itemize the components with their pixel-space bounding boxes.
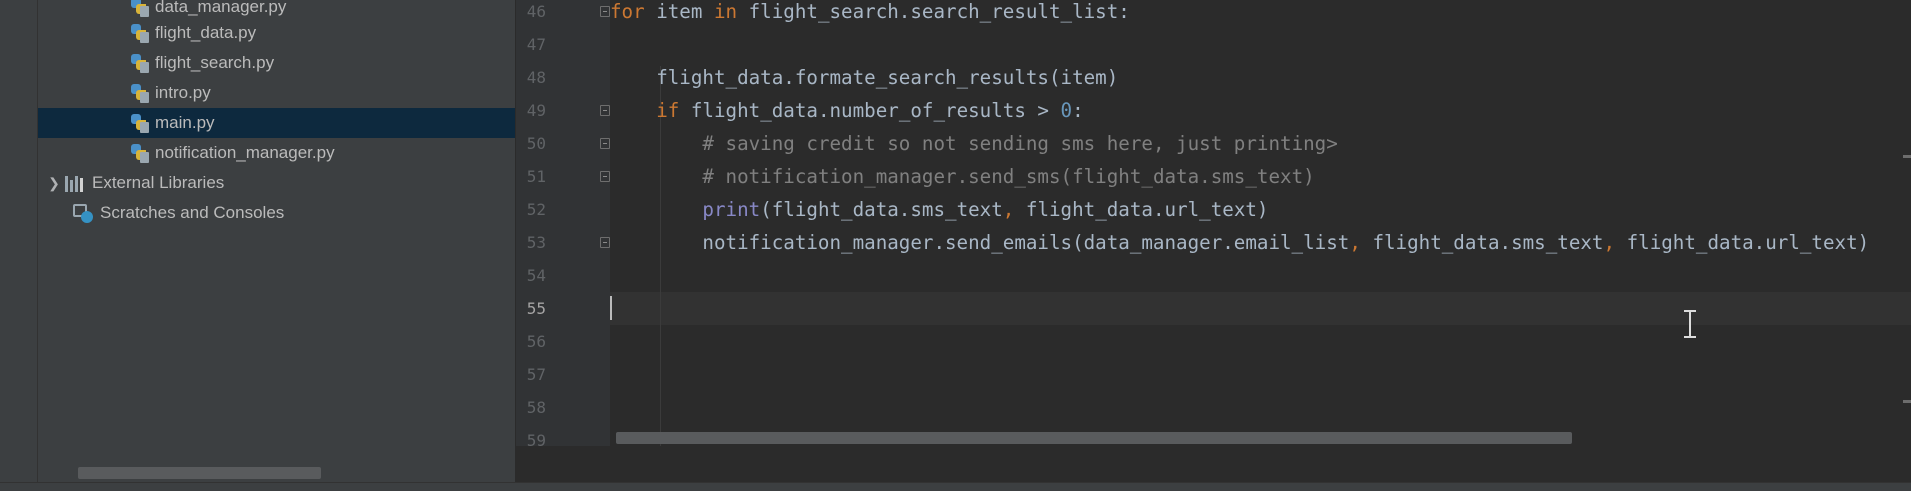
line-number-current: 55 [526,299,546,318]
tree-item-external-libraries[interactable]: ❯ External Libraries [38,168,515,198]
python-file-icon [129,113,149,133]
code-editor[interactable]: 46 47 48 49 50 51 52 53 54 55 56 57 58 5… [516,0,1911,491]
tree-item-intro[interactable]: intro.py [38,78,515,108]
line-number: 50 [526,134,546,153]
ibeam-cursor-icon [1683,310,1697,338]
tree-item-flight-data[interactable]: flight_data.py [38,18,515,48]
line-number: 52 [526,200,546,219]
python-file-icon [129,53,149,73]
code-text-area[interactable]: for item in flight_search.search_result_… [610,0,1911,446]
code-line: for item in flight_search.search_result_… [610,0,1130,23]
text-caret [610,296,612,320]
code-line: notification_manager.send_emails(data_ma… [610,231,1870,254]
python-file-icon [129,23,149,43]
scratches-icon [72,203,94,223]
project-panel-horizontal-scrollbar[interactable] [78,467,321,479]
fold-marker-icon[interactable] [600,138,610,149]
left-tool-stripe [0,0,38,491]
ide-window: data_manager.py flight_data.py flight_se… [0,0,1911,491]
line-number: 47 [526,35,546,54]
python-file-icon [129,143,149,163]
tree-item-label: main.py [155,113,215,132]
line-number: 46 [526,2,546,21]
python-file-icon [129,83,149,103]
code-line: flight_data.formate_search_results(item) [610,66,1119,89]
editor-horizontal-scrollbar[interactable] [616,432,1572,444]
line-number: 49 [526,101,546,120]
tree-item-main[interactable]: main.py [38,108,515,138]
fold-marker-icon[interactable] [600,105,610,116]
tree-item-label: External Libraries [92,173,225,192]
status-bar [0,482,1911,491]
code-line: if flight_data.number_of_results > 0: [656,99,1084,122]
project-tool-window: data_manager.py flight_data.py flight_se… [38,0,516,491]
line-number: 51 [526,167,546,186]
tree-item-notification-manager[interactable]: notification_manager.py [38,138,515,168]
library-icon [64,174,86,192]
tree-item-label: data_manager.py [155,0,287,16]
code-line: print(flight_data.sms_text, flight_data.… [702,198,1269,221]
fold-marker-icon[interactable] [600,6,610,17]
line-number: 53 [526,233,546,252]
current-line-highlight [610,292,1911,325]
tree-item-label: flight_data.py [155,23,257,42]
error-stripe-mark[interactable] [1903,400,1911,403]
tree-item-label: flight_search.py [155,53,275,72]
line-number: 58 [526,398,546,417]
fold-marker-icon[interactable] [600,237,610,248]
chevron-right-icon[interactable]: ❯ [44,175,64,192]
line-number: 57 [526,365,546,384]
fold-marker-icon[interactable] [600,171,610,182]
python-file-icon [129,0,149,17]
tree-item-flight-search[interactable]: flight_search.py [38,48,515,78]
tree-item-scratches-consoles[interactable]: Scratches and Consoles [38,198,515,228]
line-number: 54 [526,266,546,285]
line-number: 48 [526,68,546,87]
error-stripe-mark[interactable] [1903,155,1911,158]
code-line: # saving credit so not sending sms here,… [702,132,1338,155]
code-line: # notification_manager.send_sms(flight_d… [702,165,1315,188]
editor-gutter: 46 47 48 49 50 51 52 53 54 55 56 57 58 5… [516,0,610,450]
tree-item-label: notification_manager.py [155,143,335,162]
line-number: 56 [526,332,546,351]
tree-item-label: intro.py [155,83,211,102]
tree-item-label: Scratches and Consoles [100,203,285,222]
